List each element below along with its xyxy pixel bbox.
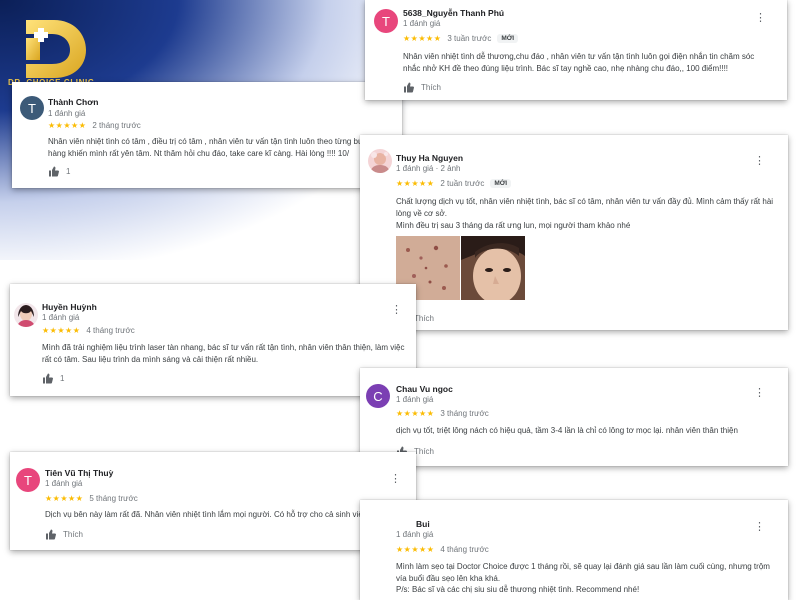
avatar-photo-icon	[368, 149, 392, 173]
more-options-icon[interactable]: ⋮	[754, 388, 765, 399]
review-time: 5 tháng trước	[89, 494, 138, 503]
reviewer-name[interactable]: Chau Vu ngoc	[396, 384, 453, 394]
review-time: 4 tháng trước	[86, 326, 135, 335]
star-rating: ★★★★★	[42, 326, 81, 335]
avatar: C	[366, 384, 390, 408]
like-button[interactable]: 1	[42, 373, 64, 384]
rating-row: ★★★★★ 3 tuần trước MỚI	[403, 34, 519, 43]
more-options-icon[interactable]: ⋮	[754, 522, 765, 533]
more-options-icon[interactable]: ⋮	[391, 305, 402, 316]
review-count: 1 đánh giá	[48, 109, 86, 118]
like-button[interactable]: Thích	[403, 82, 441, 93]
review-card-huyen-huynh: Huyền Huỳnh 1 đánh giá ⋮ ★★★★★ 4 tháng t…	[10, 284, 416, 396]
like-button[interactable]: 1	[48, 166, 70, 177]
star-rating: ★★★★★	[48, 121, 87, 130]
new-badge: MỚI	[490, 179, 512, 188]
like-label: Thích	[414, 447, 435, 456]
like-label: Thích	[421, 83, 442, 92]
thumbs-up-icon	[404, 82, 414, 93]
thumbs-up-icon	[49, 166, 59, 177]
review-card-thanh-chon: T Thành Chơn 1 đánh giá ★★★★★ 2 tháng tr…	[12, 82, 402, 188]
more-options-icon[interactable]: ⋮	[390, 474, 401, 485]
like-button[interactable]: Thích	[45, 529, 83, 540]
star-rating: ★★★★★	[403, 34, 442, 43]
more-options-icon[interactable]: ⋮	[755, 13, 766, 24]
review-count: 1 đánh giá	[396, 395, 434, 404]
like-label: Thích	[63, 530, 84, 539]
review-time: 3 tuần trước	[447, 34, 492, 43]
review-text: dịch vụ tốt, triệt lông nách có hiệu quả…	[396, 426, 738, 435]
new-badge: MỚI	[497, 34, 519, 43]
avatar	[14, 303, 38, 327]
reviewer-name[interactable]: Bui	[416, 519, 430, 529]
review-count: 1 đánh giá	[396, 530, 434, 539]
star-rating: ★★★★★	[396, 545, 435, 554]
review-count: 1 đánh giá · 2 ảnh	[396, 164, 461, 173]
avatar: T	[16, 468, 40, 492]
review-time: 3 tháng trước	[440, 409, 489, 418]
review-text: Nhân viên nhiệt tình dễ thương,chu đáo ,…	[403, 52, 755, 73]
star-rating: ★★★★★	[396, 409, 435, 418]
avatar-photo-icon	[14, 303, 38, 327]
rating-row: ★★★★★ 5 tháng trước	[45, 494, 138, 503]
review-text-2: P/s: Bác sĩ và các chị siu siu dễ thương…	[396, 585, 640, 594]
review-card-bui: Bui 1 đánh giá ⋮ ★★★★★ 4 tháng trước Mìn…	[360, 500, 788, 600]
review-text: Nhân viên nhiệt tình có tâm , điều trị c…	[48, 137, 393, 158]
reviewer-name[interactable]: Thành Chơn	[48, 97, 98, 107]
reviewer-name[interactable]: Tiên Vũ Thị Thuỳ	[45, 468, 113, 478]
rating-row: ★★★★★ 4 tháng trước	[42, 326, 135, 335]
review-count: 1 đánh giá	[42, 313, 80, 322]
review-time: 4 tháng trước	[440, 545, 489, 554]
dr-choice-logo-icon	[26, 20, 86, 78]
avatar: T	[374, 9, 398, 33]
more-options-icon[interactable]: ⋮	[754, 156, 765, 167]
review-text: Dịch vụ bên này làm rất đã. Nhân viên nh…	[45, 510, 384, 519]
review-time: 2 tháng trước	[92, 121, 141, 130]
thumbs-up-icon	[43, 373, 53, 384]
review-count: 1 đánh giá	[45, 479, 83, 488]
avatar: T	[20, 96, 44, 120]
avatar	[368, 149, 392, 173]
thumbs-up-icon	[46, 529, 56, 540]
like-count: 1	[66, 167, 71, 176]
review-text: Mình làm sẹo tại Doctor Choice được 1 th…	[396, 562, 770, 583]
review-card-chau-vu-ngoc: C Chau Vu ngoc 1 đánh giá ⋮ ★★★★★ 3 thán…	[360, 368, 788, 466]
rating-row: ★★★★★ 2 tuần trước MỚI	[396, 179, 512, 188]
review-text: Mình đã trải nghiệm liệu trình laser tàn…	[42, 343, 405, 364]
review-count: 1 đánh giá	[403, 19, 441, 28]
reviewer-name[interactable]: 5638_Nguyễn Thanh Phú	[403, 8, 504, 18]
review-text: Chất lượng dịch vụ tốt, nhân viên nhiệt …	[396, 197, 774, 218]
star-rating: ★★★★★	[45, 494, 84, 503]
like-label: Thích	[414, 314, 435, 323]
review-text-2: Mình đều trị sau 3 tháng da rất ưng lun,…	[396, 221, 631, 230]
rating-row: ★★★★★ 2 tháng trước	[48, 121, 141, 130]
reviewer-name[interactable]: Huyền Huỳnh	[42, 302, 97, 312]
review-photo-face-after[interactable]	[461, 236, 525, 300]
star-rating: ★★★★★	[396, 179, 435, 188]
rating-row: ★★★★★ 4 tháng trước	[396, 545, 489, 554]
review-time: 2 tuần trước	[440, 179, 485, 188]
like-count: 1	[60, 374, 65, 383]
reviewer-name[interactable]: Thuy Ha Nguyen	[396, 153, 463, 163]
review-card-tien-vu-thi-thuy: T Tiên Vũ Thị Thuỳ 1 đánh giá ⋮ ★★★★★ 5 …	[10, 452, 416, 550]
review-card-nguyen-thanh-phu: T 5638_Nguyễn Thanh Phú 1 đánh giá ⋮ ★★★…	[365, 0, 787, 100]
review-card-thuy-ha-nguyen: Thuy Ha Nguyen 1 đánh giá · 2 ảnh ⋮ ★★★★…	[360, 135, 788, 330]
rating-row: ★★★★★ 3 tháng trước	[396, 409, 489, 418]
